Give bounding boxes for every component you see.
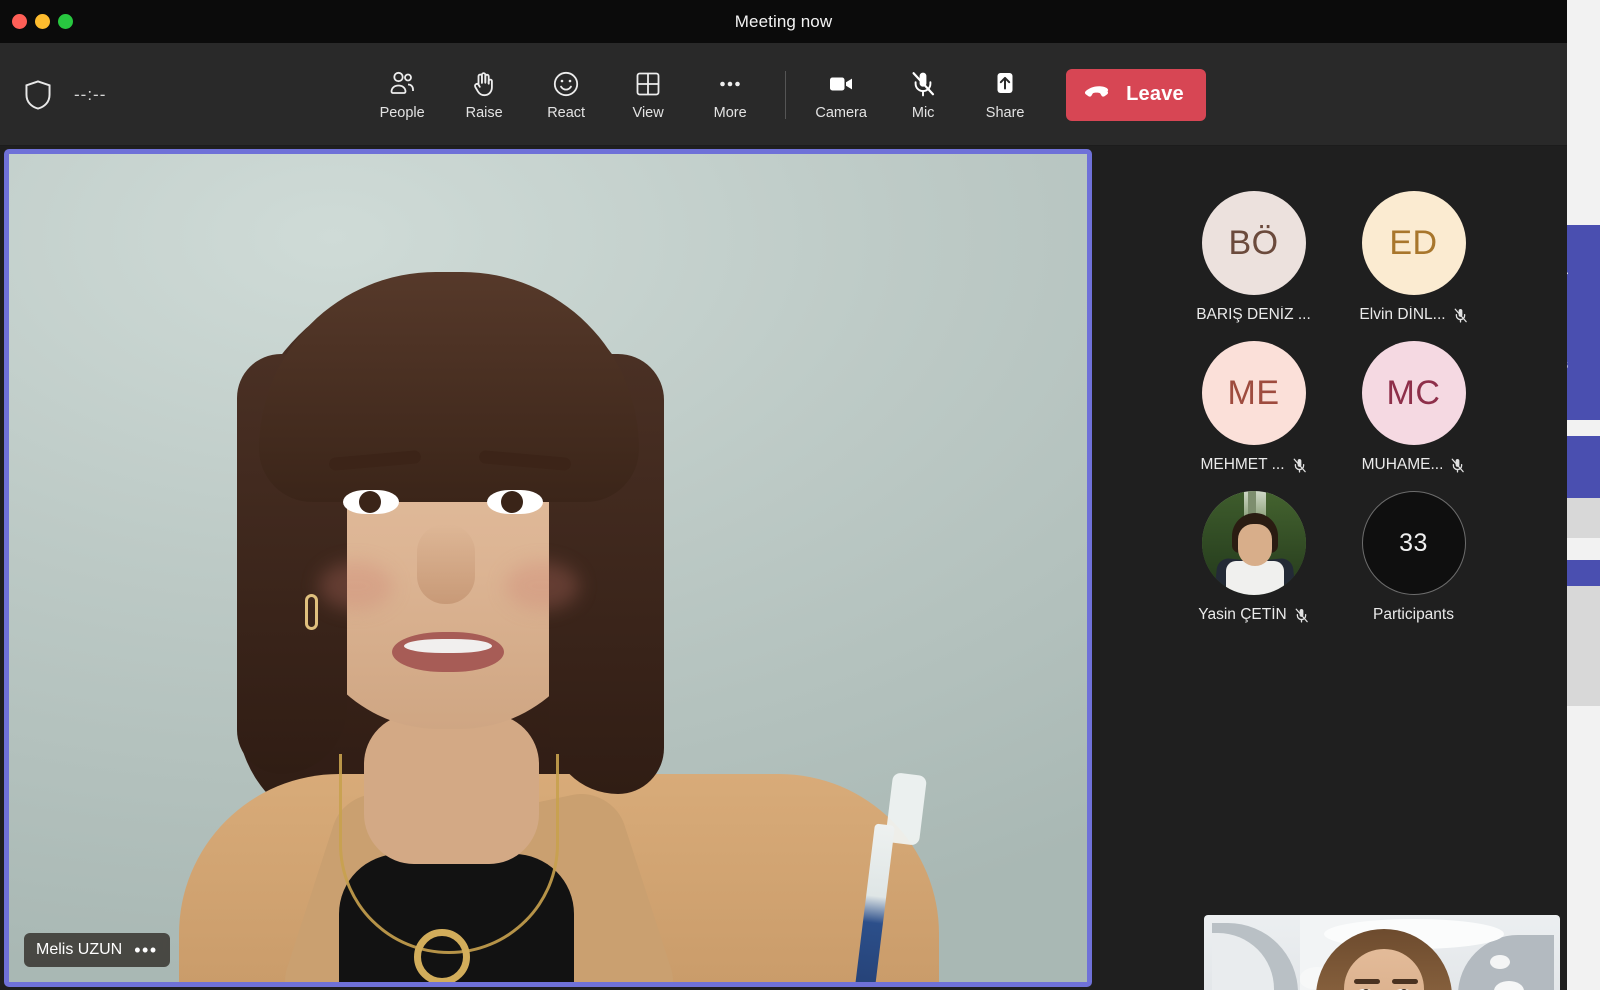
raise-label: Raise	[466, 106, 503, 121]
participant-name: Yasin ÇETİN	[1198, 606, 1286, 624]
toolbar-center-group: People Raise	[0, 43, 1567, 146]
camera-button[interactable]: Camera	[800, 56, 882, 134]
avatar	[1202, 491, 1306, 595]
mic-off-icon	[1292, 457, 1307, 474]
avatar: BÖ	[1202, 191, 1306, 295]
view-label: View	[633, 106, 664, 121]
roster-grid: BÖ BARIŞ DENİZ ... ED Elvin DİNL...	[1100, 191, 1567, 624]
roster-caption: Yasin ÇETİN	[1198, 606, 1308, 624]
share-up-arrow-icon	[990, 69, 1020, 99]
participant-roster: BÖ BARIŞ DENİZ ... ED Elvin DİNL...	[1100, 146, 1567, 990]
avatar-initials: ED	[1389, 224, 1437, 263]
participant-name: Elvin DİNL...	[1359, 306, 1445, 324]
close-button[interactable]	[12, 14, 27, 29]
avatar-initials: ME	[1228, 374, 1280, 413]
roster-caption: Participants	[1373, 606, 1454, 624]
people-label: People	[380, 106, 425, 121]
participant-name: MEHMET ...	[1200, 456, 1284, 474]
share-label: Share	[986, 106, 1025, 121]
self-view-video-tile[interactable]	[1204, 915, 1560, 990]
roster-participant[interactable]: ED Elvin DİNL...	[1334, 191, 1494, 324]
view-button[interactable]: View	[607, 56, 689, 134]
mic-button[interactable]: Mic	[882, 56, 964, 134]
main-speaker-video-frame	[9, 154, 1087, 982]
react-label: React	[547, 106, 585, 121]
main-speaker-name: Melis UZUN	[36, 941, 122, 959]
avatar: ME	[1202, 341, 1306, 445]
teams-meeting-window: Meeting now --:--	[0, 0, 1567, 990]
mic-off-icon	[1294, 607, 1309, 624]
roster-participant[interactable]: ME MEHMET ...	[1174, 341, 1334, 474]
page-title: Meeting now	[735, 12, 833, 32]
leave-label: Leave	[1126, 83, 1184, 106]
view-grid-icon	[633, 69, 663, 99]
toolbar-divider	[785, 71, 786, 119]
leave-button[interactable]: Leave	[1066, 69, 1206, 121]
hangup-phone-icon	[1084, 85, 1114, 104]
participant-name: BARIŞ DENİZ ...	[1196, 306, 1311, 324]
people-button[interactable]: People	[361, 56, 443, 134]
meeting-stage: Melis UZUN ••• BÖ BARIŞ DENİZ ... ED	[0, 146, 1567, 990]
mic-off-icon	[908, 69, 938, 99]
avatar-initials: BÖ	[1228, 224, 1278, 263]
toolbar-left-group: --:--	[24, 43, 106, 146]
roster-caption: BARIŞ DENİZ ...	[1196, 306, 1311, 324]
main-speaker-more-button[interactable]: •••	[134, 946, 157, 954]
zoom-button[interactable]	[58, 14, 73, 29]
main-speaker-name-badge: Melis UZUN •••	[24, 933, 170, 967]
more-label: More	[714, 106, 747, 121]
window-controls	[12, 0, 73, 43]
roster-caption: Elvin DİNL...	[1359, 306, 1467, 324]
mic-off-icon	[1453, 307, 1468, 324]
meeting-timer: --:--	[74, 85, 106, 105]
minimize-button[interactable]	[35, 14, 50, 29]
more-ellipsis-icon	[715, 69, 745, 99]
avatar: ED	[1362, 191, 1466, 295]
title-bar: Meeting now	[0, 0, 1567, 43]
avatar: MC	[1362, 341, 1466, 445]
people-icon	[387, 69, 417, 99]
more-button[interactable]: More	[689, 56, 771, 134]
camera-label: Camera	[815, 106, 867, 121]
raise-hand-button[interactable]: Raise	[443, 56, 525, 134]
mic-off-icon	[1450, 457, 1465, 474]
participant-name: MUHAME...	[1362, 456, 1444, 474]
roster-caption: MUHAME...	[1362, 456, 1466, 474]
mic-label: Mic	[912, 106, 935, 121]
roster-caption: MEHMET ...	[1200, 456, 1306, 474]
roster-participants-count-tile[interactable]: 33 Participants	[1334, 491, 1494, 624]
shield-icon	[24, 80, 52, 110]
react-smiley-icon	[551, 69, 581, 99]
roster-participant[interactable]: MC MUHAME...	[1334, 341, 1494, 474]
share-button[interactable]: Share	[964, 56, 1046, 134]
raise-hand-icon	[469, 69, 499, 99]
self-view-video-frame	[1204, 915, 1560, 990]
meeting-toolbar: --:-- People	[0, 43, 1567, 146]
camera-icon	[826, 69, 856, 99]
main-speaker-video-tile[interactable]: Melis UZUN •••	[4, 149, 1092, 987]
participants-count-circle: 33	[1362, 491, 1466, 595]
react-button[interactable]: React	[525, 56, 607, 134]
avatar-initials: MC	[1387, 374, 1441, 413]
participants-label: Participants	[1373, 606, 1454, 624]
roster-participant[interactable]: Yasin ÇETİN	[1174, 491, 1334, 624]
participants-count: 33	[1399, 529, 1428, 558]
roster-participant[interactable]: BÖ BARIŞ DENİZ ...	[1174, 191, 1334, 324]
